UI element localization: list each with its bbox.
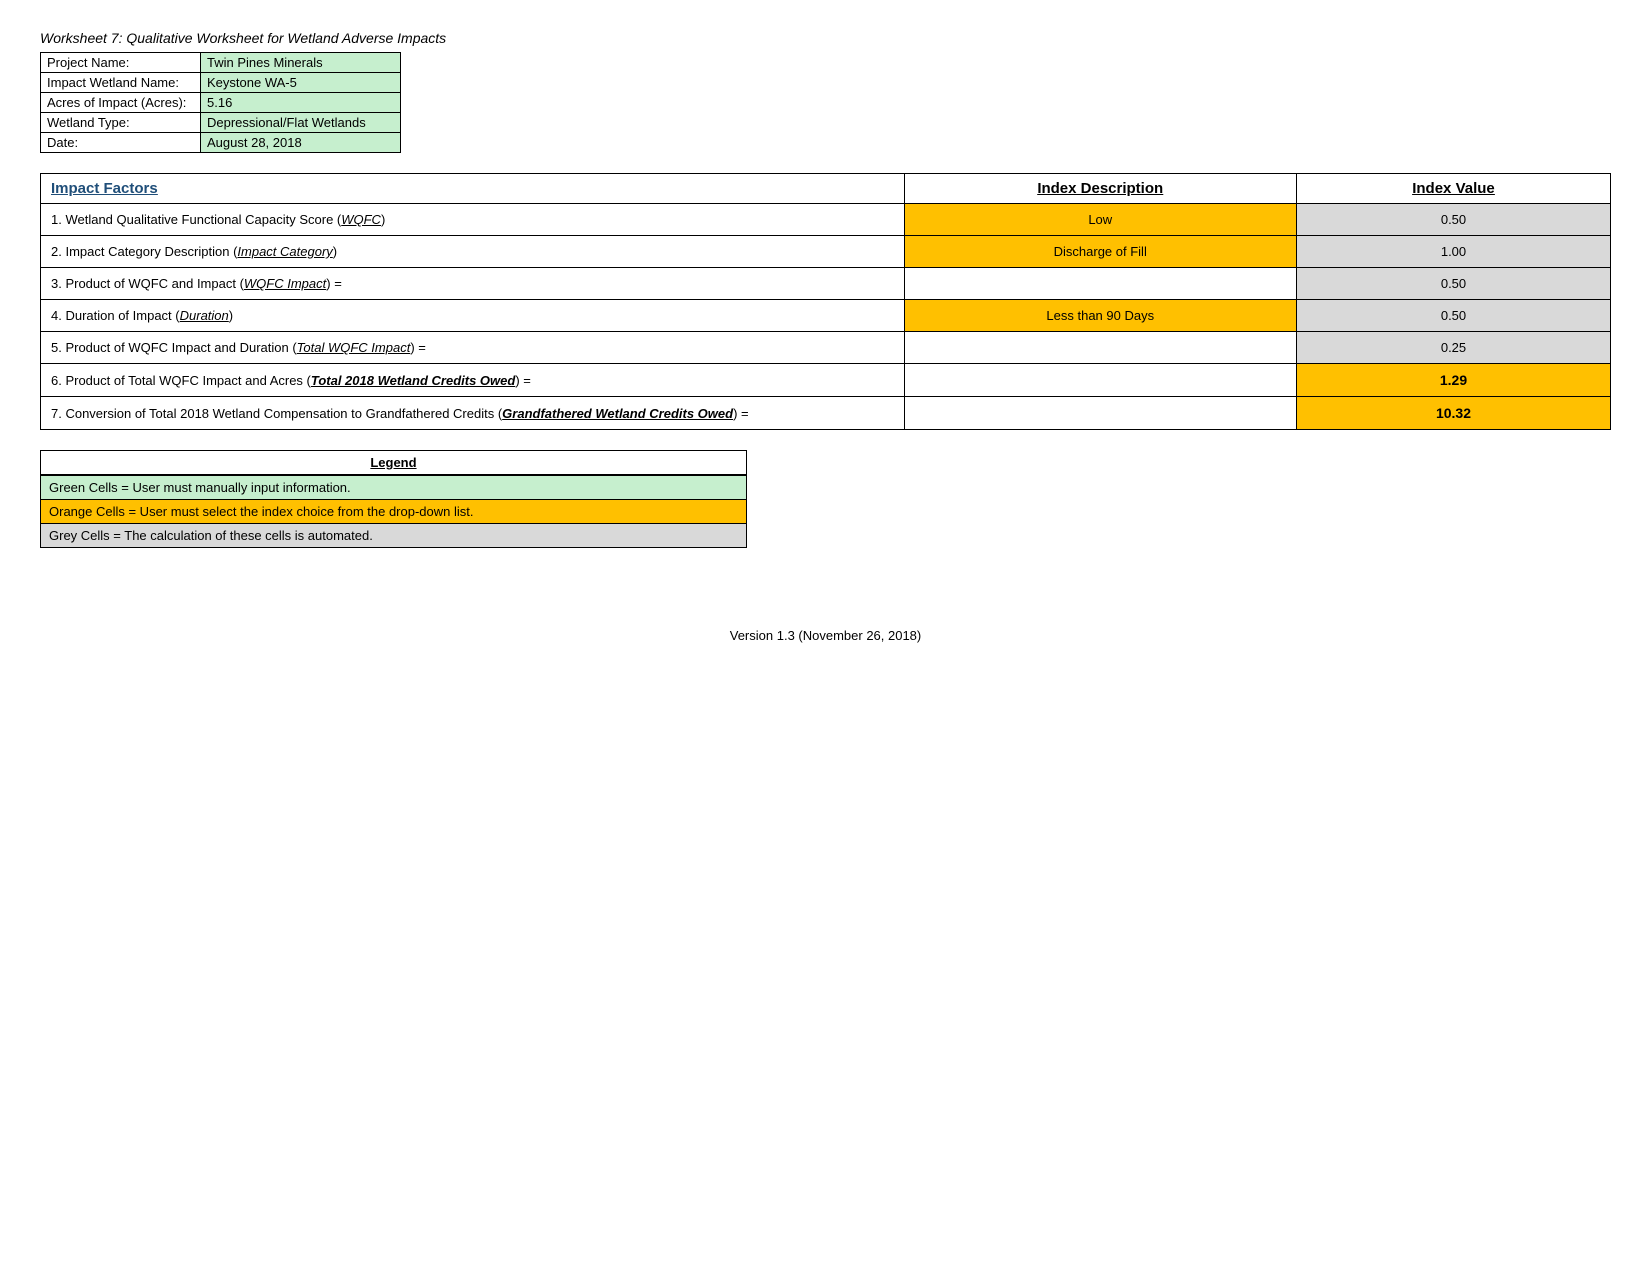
legend-item-text: Grey Cells = The calculation of these ce… (41, 524, 747, 548)
table-row: 3. Product of WQFC and Impact (WQFC Impa… (41, 268, 1611, 300)
wetland-type-label: Wetland Type: (41, 113, 201, 133)
index-value-cell: 1.00 (1297, 236, 1611, 268)
index-description-header: Index Description (904, 174, 1297, 204)
index-value-cell: 0.25 (1297, 332, 1611, 364)
table-row: 2. Impact Category Description (Impact C… (41, 236, 1611, 268)
factor-cell: 2. Impact Category Description (Impact C… (41, 236, 905, 268)
acres-label: Acres of Impact (Acres): (41, 93, 201, 113)
index-value-cell: 0.50 (1297, 300, 1611, 332)
factor-cell: 7. Conversion of Total 2018 Wetland Comp… (41, 397, 905, 430)
main-table-header-row: Impact Factors Index Description Index V… (41, 174, 1611, 204)
main-table: Impact Factors Index Description Index V… (40, 173, 1611, 430)
index-value-cell: 10.32 (1297, 397, 1611, 430)
impact-wetland-label: Impact Wetland Name: (41, 73, 201, 93)
factor-cell: 1. Wetland Qualitative Functional Capaci… (41, 204, 905, 236)
wetland-type-value: Depressional/Flat Wetlands (201, 113, 401, 133)
legend-item-text: Green Cells = User must manually input i… (41, 476, 747, 500)
table-row: 1. Wetland Qualitative Functional Capaci… (41, 204, 1611, 236)
index-value-cell: 0.50 (1297, 204, 1611, 236)
legend-title-row: Legend (41, 451, 747, 475)
index-desc-cell (904, 268, 1297, 300)
table-row: 6. Product of Total WQFC Impact and Acre… (41, 364, 1611, 397)
impact-factors-header: Impact Factors (41, 174, 905, 204)
index-desc-cell: Discharge of Fill (904, 236, 1297, 268)
acres-value: 5.16 (201, 93, 401, 113)
project-name-label: Project Name: (41, 53, 201, 73)
legend-item-text: Orange Cells = User must select the inde… (41, 500, 747, 524)
legend-title: Legend (41, 451, 747, 475)
index-value-cell: 0.50 (1297, 268, 1611, 300)
date-label: Date: (41, 133, 201, 153)
worksheet-title: Worksheet 7: Qualitative Worksheet for W… (40, 30, 1611, 46)
impact-wetland-value: Keystone WA-5 (201, 73, 401, 93)
factor-cell: 4. Duration of Impact (Duration) (41, 300, 905, 332)
date-value: August 28, 2018 (201, 133, 401, 153)
index-value-cell: 1.29 (1297, 364, 1611, 397)
factor-cell: 3. Product of WQFC and Impact (WQFC Impa… (41, 268, 905, 300)
legend-items-table: Green Cells = User must manually input i… (40, 475, 747, 548)
index-desc-cell: Less than 90 Days (904, 300, 1297, 332)
legend-item: Orange Cells = User must select the inde… (41, 500, 747, 524)
info-row-date: Date: August 28, 2018 (41, 133, 401, 153)
table-row: 5. Product of WQFC Impact and Duration (… (41, 332, 1611, 364)
info-row-project: Project Name: Twin Pines Minerals (41, 53, 401, 73)
factor-cell: 5. Product of WQFC Impact and Duration (… (41, 332, 905, 364)
info-table: Project Name: Twin Pines Minerals Impact… (40, 52, 401, 153)
info-row-wetland: Impact Wetland Name: Keystone WA-5 (41, 73, 401, 93)
info-row-acres: Acres of Impact (Acres): 5.16 (41, 93, 401, 113)
index-desc-cell (904, 332, 1297, 364)
table-row: 7. Conversion of Total 2018 Wetland Comp… (41, 397, 1611, 430)
legend-item: Green Cells = User must manually input i… (41, 476, 747, 500)
info-row-wetland-type: Wetland Type: Depressional/Flat Wetlands (41, 113, 401, 133)
factor-cell: 6. Product of Total WQFC Impact and Acre… (41, 364, 905, 397)
legend-item: Grey Cells = The calculation of these ce… (41, 524, 747, 548)
index-desc-cell (904, 364, 1297, 397)
footer: Version 1.3 (November 26, 2018) (40, 628, 1611, 643)
index-desc-cell (904, 397, 1297, 430)
index-value-header: Index Value (1297, 174, 1611, 204)
table-row: 4. Duration of Impact (Duration)Less tha… (41, 300, 1611, 332)
legend-table: Legend (40, 450, 747, 475)
project-name-value: Twin Pines Minerals (201, 53, 401, 73)
index-desc-cell: Low (904, 204, 1297, 236)
